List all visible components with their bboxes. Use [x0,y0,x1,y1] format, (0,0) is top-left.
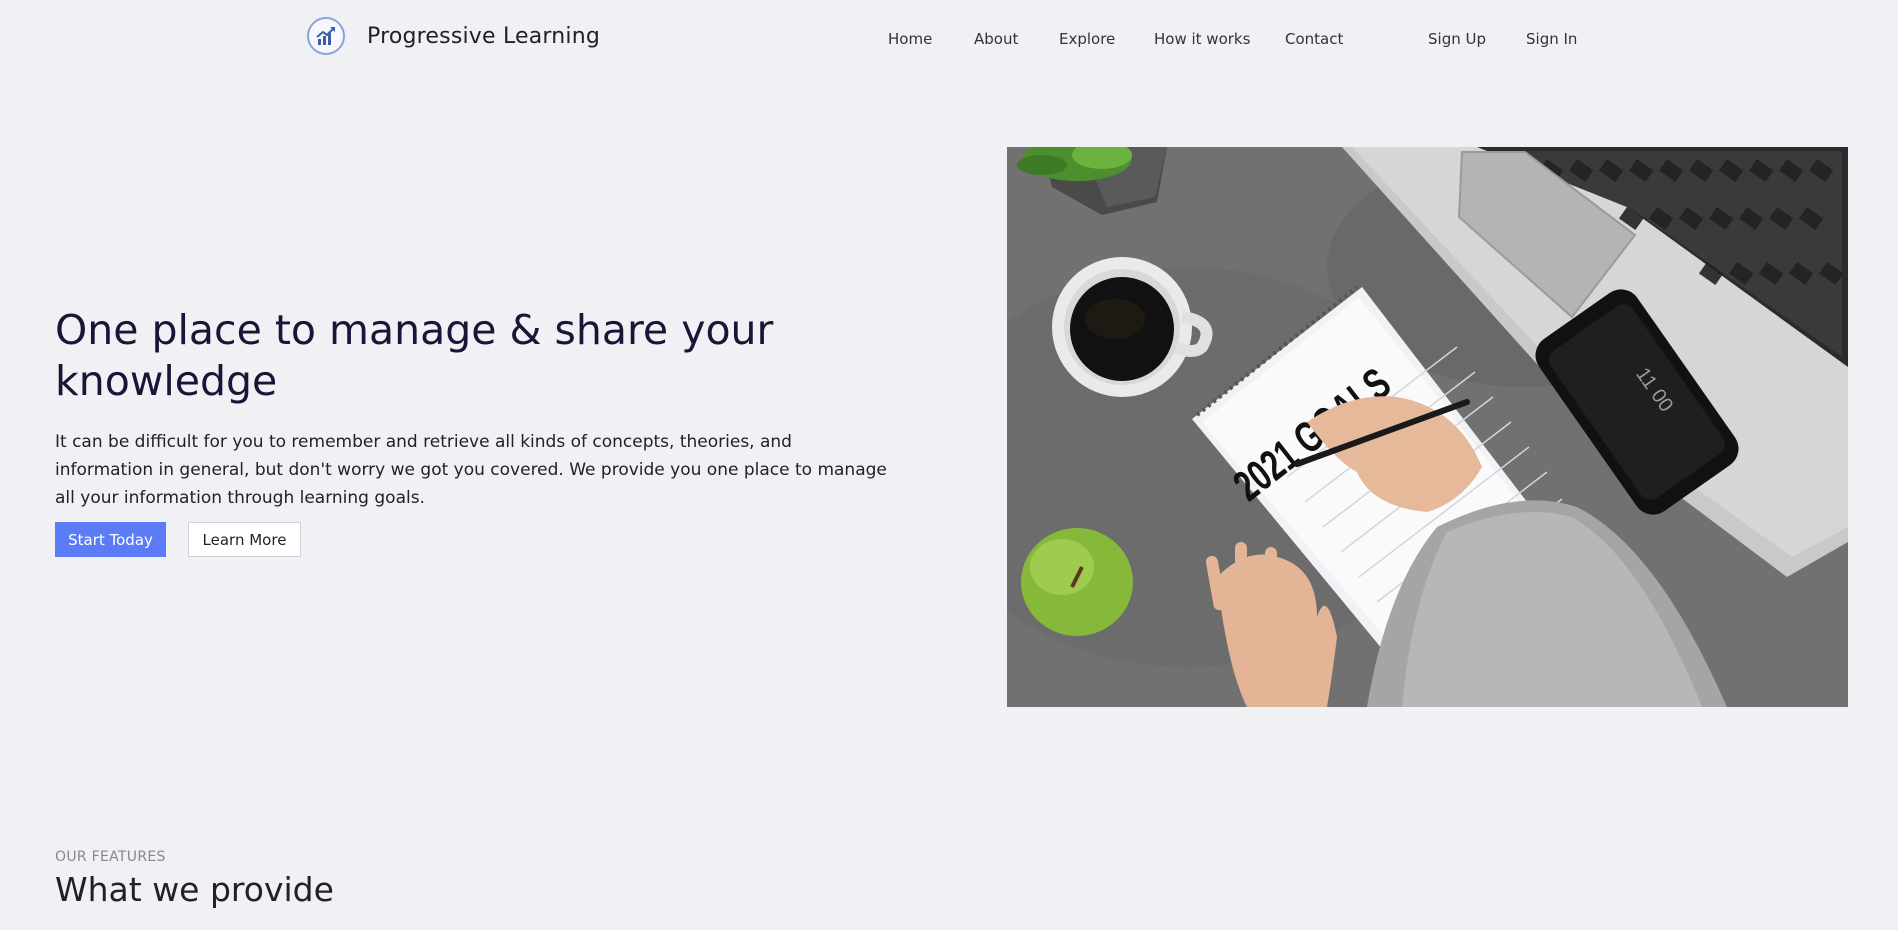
hero-description: It can be difficult for you to remember … [55,432,887,508]
nav-contact[interactable]: Contact [1285,30,1343,48]
start-today-button[interactable]: Start Today [55,522,166,557]
green-apple-image [1021,528,1133,636]
nav-how-it-works[interactable]: How it works [1154,30,1250,48]
sign-up-link[interactable]: Sign Up [1428,30,1486,48]
nav-explore[interactable]: Explore [1059,30,1115,48]
sign-in-link[interactable]: Sign In [1526,30,1577,48]
nav-home[interactable]: Home [888,30,932,48]
desk-goals-illustration: 11 00 2021 GOALS [1007,147,1848,707]
main-nav: Home About Explore How it works Contact … [0,30,1898,54]
hero-image: 11 00 2021 GOALS [1007,147,1848,707]
nav-about[interactable]: About [974,30,1018,48]
hero-title: One place to manage & share your knowled… [55,306,774,405]
features-title: What we provide [55,870,334,909]
learn-more-button[interactable]: Learn More [188,522,301,557]
features-eyebrow: OUR FEATURES [55,849,166,865]
